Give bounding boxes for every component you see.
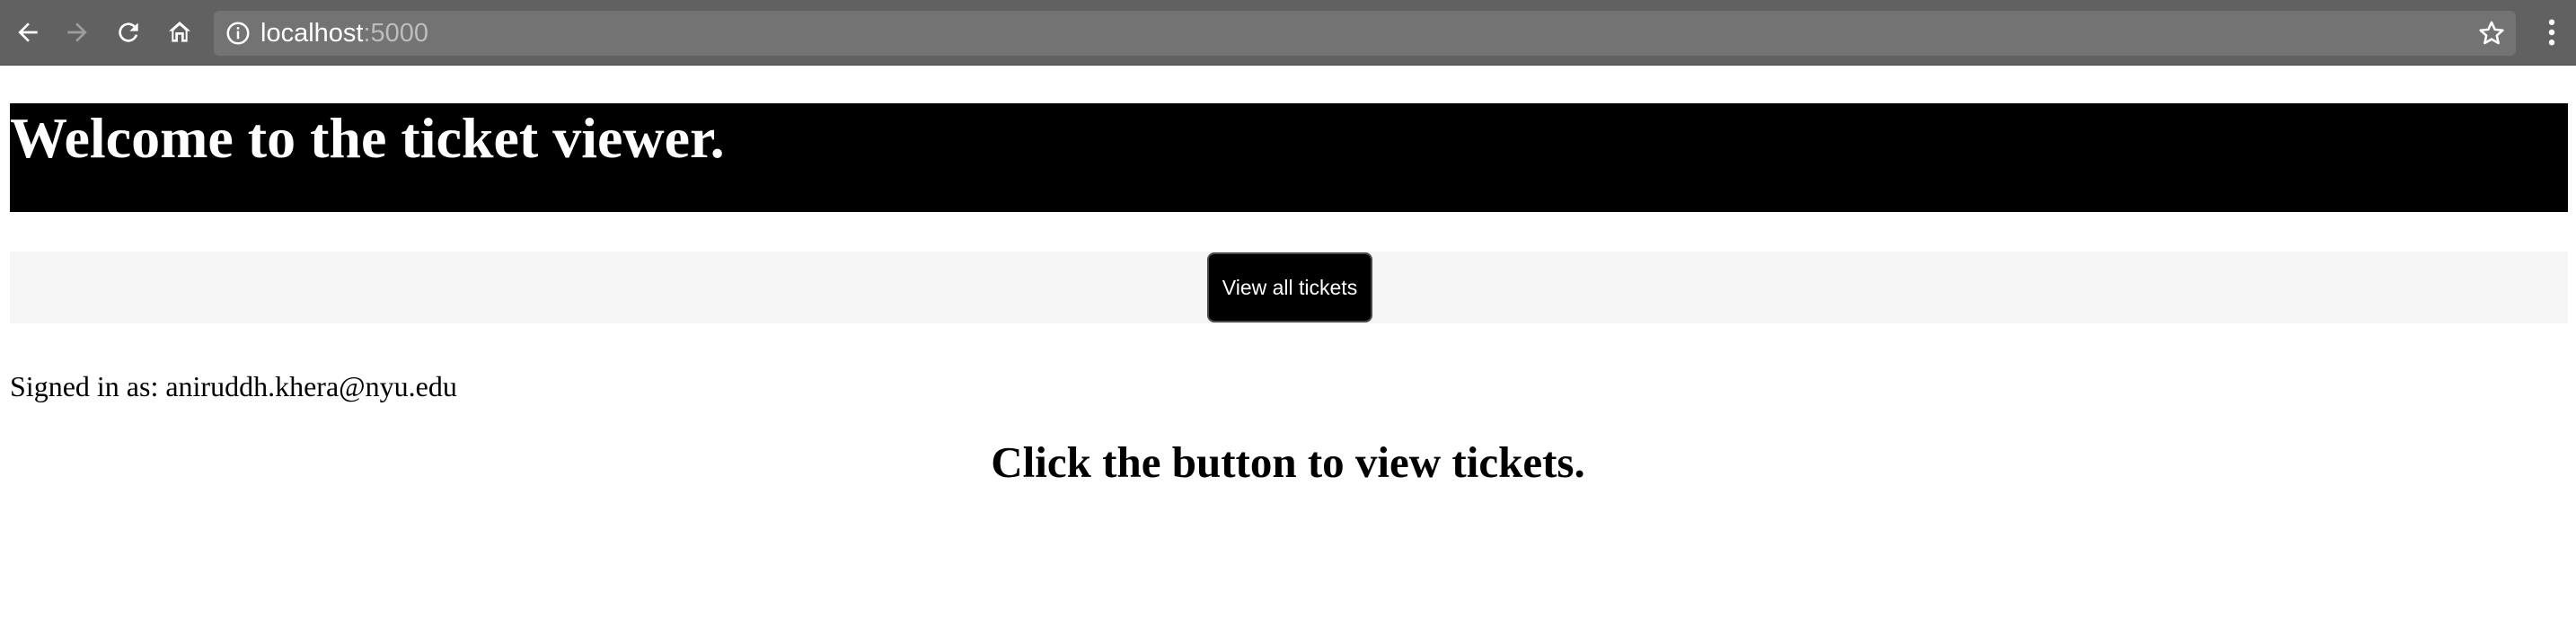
action-bar: View all tickets — [10, 252, 2568, 323]
url-port: :5000 — [363, 19, 429, 48]
kebab-menu-icon[interactable] — [2538, 15, 2565, 49]
forward-arrow-icon[interactable] — [60, 15, 94, 49]
star-icon[interactable] — [2476, 18, 2507, 49]
view-all-tickets-button[interactable]: View all tickets — [1207, 252, 1372, 322]
prompt-heading: Click the button to view tickets. — [991, 437, 1585, 487]
url-text[interactable]: localhost:5000 — [260, 11, 428, 56]
address-bar[interactable]: localhost:5000 — [214, 11, 2516, 56]
browser-toolbar: localhost:5000 — [0, 0, 2576, 66]
page-title: Welcome to the ticket viewer. — [10, 106, 725, 170]
back-arrow-icon[interactable] — [11, 15, 45, 49]
page-header: Welcome to the ticket viewer. — [10, 103, 2568, 212]
info-icon[interactable] — [225, 20, 251, 47]
home-icon[interactable] — [163, 15, 197, 49]
signed-in-text: Signed in as: aniruddh.khera@nyu.edu — [10, 370, 457, 402]
reload-icon[interactable] — [111, 15, 146, 49]
url-host: localhost — [260, 19, 364, 48]
